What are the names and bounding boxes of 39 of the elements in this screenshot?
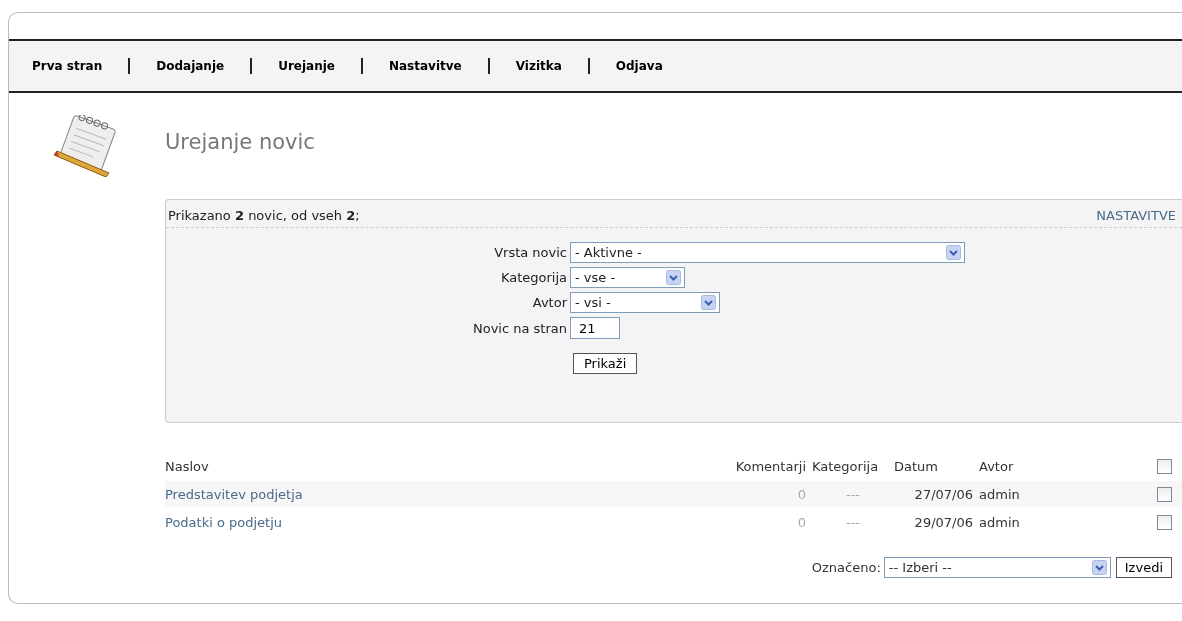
nav-link[interactable]: Dodajanje (156, 59, 225, 73)
column-header: Naslov (165, 458, 210, 474)
settings-link[interactable]: NASTAVITVE (1096, 208, 1176, 223)
nav-link[interactable]: Vizitka (515, 59, 562, 73)
column-header: Kategorija (812, 458, 880, 474)
news-title-link[interactable]: Podatki o podjetju (165, 514, 705, 530)
dropdown[interactable]: - vsi - (570, 292, 720, 313)
column-header: Avtor (979, 458, 1015, 474)
date-cell-text: 27/07/06 (913, 486, 974, 502)
checkbox[interactable] (1157, 486, 1172, 502)
news-title-link[interactable]: Predstavitev podjetja (165, 486, 705, 502)
comment-count: 0 (796, 486, 807, 502)
page-title: Urejanje novic (165, 130, 315, 154)
field-label: Avtor (531, 295, 568, 310)
column-header: Datum (894, 458, 939, 474)
author-cell-text: admin (979, 486, 1021, 502)
date-cell-text: 29/07/06 (913, 514, 974, 530)
show-button[interactable]: Prikaži (573, 353, 638, 374)
category-cell-text: --- (844, 486, 862, 502)
column-header: Komentarji (734, 458, 807, 474)
results-summary: Prikazano 2 novic, od vseh 2; (168, 208, 360, 223)
checkbox[interactable] (1157, 514, 1172, 530)
category-cell-text: --- (844, 514, 862, 530)
input-field[interactable]: 21 (570, 317, 620, 339)
field-label: Vrsta novic (493, 245, 568, 260)
nav-link[interactable]: Odjava (615, 59, 663, 73)
nav-link[interactable]: Nastavitve (388, 59, 462, 73)
dropdown[interactable]: - Aktivne - (570, 242, 965, 263)
nav-link[interactable]: Prva stran (32, 59, 103, 73)
execute-button[interactable]: Izvedi (1115, 557, 1172, 578)
nav-link[interactable]: Urejanje (278, 59, 335, 73)
field-label: Novic na stran (471, 320, 568, 336)
comment-count: 0 (796, 514, 807, 530)
dropdown[interactable]: -- Izberi -- (883, 557, 1111, 578)
bulk-action-label: Označeno: (811, 560, 881, 575)
checkbox[interactable] (1157, 458, 1172, 474)
author-cell-text: admin (979, 514, 1021, 530)
field-label: Kategorija (499, 270, 568, 285)
dropdown[interactable]: - vse - (570, 267, 685, 288)
